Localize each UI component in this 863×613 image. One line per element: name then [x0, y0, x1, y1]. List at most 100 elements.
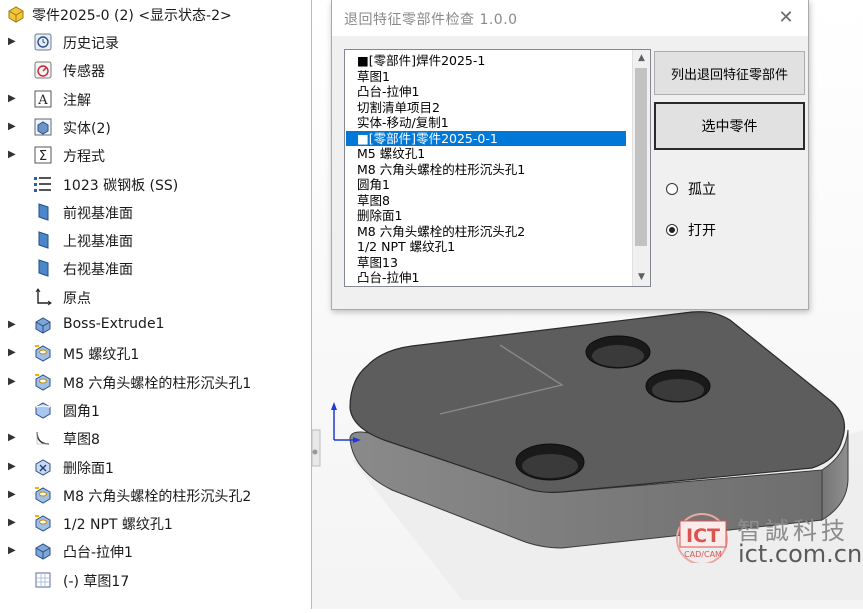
dialog-title: 退回特征零部件检查 1.0.0: [344, 12, 518, 28]
radio-circle-icon: [666, 183, 678, 195]
tree-item-label: M5 螺纹孔1: [63, 347, 140, 364]
tree-item[interactable]: ▶ A 注解: [0, 85, 311, 113]
ict-logo: ICT CAD/CAM: [676, 513, 728, 563]
radio-circle-icon: [666, 224, 678, 236]
origin-icon: [33, 287, 53, 307]
expand-chevron-icon[interactable]: ▶: [8, 346, 20, 360]
expand-chevron-icon[interactable]: ▶: [8, 488, 20, 502]
tree-item[interactable]: ▶ 凸台-拉伸1: [0, 537, 311, 565]
tree-item[interactable]: ▶ 实体(2): [0, 113, 311, 141]
feature-listbox[interactable]: ■[零部件]焊件2025-1 草图1 凸台-拉伸1 切割清单项目2 实体-移动/复制1 ■…: [344, 49, 651, 287]
tree-item-label: Boss-Extrude1: [63, 316, 165, 332]
list-item[interactable]: M8 六角头螺栓的柱形沉头孔1: [346, 162, 626, 177]
tree-root-part[interactable]: 零件2025-0 (2) <显示状态-2>: [0, 0, 311, 28]
feature-tree: 零件2025-0 (2) <显示状态-2> ▶ 历史记录 传感器 ▶ A 注解 ▶ 实体(2)…: [0, 0, 312, 609]
tree-item[interactable]: 圆角1: [0, 396, 311, 424]
tree-item[interactable]: ▶ Boss-Extrude1: [0, 311, 311, 339]
tree-item[interactable]: ▶ Σ 方程式: [0, 141, 311, 169]
tree-item-label: 注解: [63, 92, 91, 109]
tree-item-label: 圆角1: [63, 403, 100, 420]
expand-chevron-icon[interactable]: ▶: [8, 92, 20, 106]
expand-chevron-icon[interactable]: ▶: [8, 35, 20, 49]
tree-item[interactable]: (-) 草图17: [0, 566, 311, 594]
plane-icon: [33, 258, 53, 278]
open-radio[interactable]: 打开: [666, 221, 716, 239]
tree-item-label: M8 六角头螺栓的柱形沉头孔2: [63, 488, 252, 505]
sketch-grid-icon: [33, 570, 53, 590]
tree-item-label: 删除面1: [63, 460, 114, 477]
tree-item[interactable]: ▶ M8 六角头螺栓的柱形沉头孔2: [0, 481, 311, 509]
expand-chevron-icon[interactable]: ▶: [8, 120, 20, 134]
hole-icon: [33, 343, 53, 363]
select-part-button[interactable]: 选中零件: [654, 102, 805, 150]
expand-chevron-icon[interactable]: ▶: [8, 318, 20, 332]
isolate-radio-label: 孤立: [688, 182, 716, 198]
hole-icon: [33, 513, 53, 533]
svg-text:CAD/CAM: CAD/CAM: [684, 550, 722, 559]
isolate-radio[interactable]: 孤立: [666, 180, 716, 198]
part-icon: [8, 6, 24, 23]
scroll-up-icon[interactable]: ▲: [633, 50, 650, 67]
list-item[interactable]: 圆角1: [346, 177, 626, 192]
open-radio-label: 打开: [688, 223, 716, 239]
delete-face-icon: [33, 457, 53, 477]
tree-item[interactable]: ▶ 草图8: [0, 424, 311, 452]
scroll-down-icon[interactable]: ▼: [633, 269, 650, 286]
close-icon[interactable]: ✕: [774, 6, 798, 30]
tree-item-label: 传感器: [63, 64, 105, 81]
tree-item-label: 实体(2): [63, 120, 111, 137]
list-item[interactable]: 草图1: [346, 69, 626, 84]
listbox-scrollbar[interactable]: ▲ ▼: [632, 50, 650, 286]
tree-item-label: 草图8: [63, 432, 100, 449]
tree-item[interactable]: 前视基准面: [0, 198, 311, 226]
list-item[interactable]: M5 螺纹孔1: [346, 146, 626, 161]
list-item[interactable]: 切割清单项目2: [346, 100, 626, 115]
plane-icon: [33, 202, 53, 222]
expand-chevron-icon[interactable]: ▶: [8, 460, 20, 474]
tree-item-label: 1/2 NPT 螺纹孔1: [63, 517, 173, 534]
tree-item[interactable]: ▶ 1/2 NPT 螺纹孔1: [0, 509, 311, 537]
list-item[interactable]: 草图8: [346, 193, 626, 208]
expand-chevron-icon[interactable]: ▶: [8, 544, 20, 558]
expand-chevron-icon[interactable]: ▶: [8, 431, 20, 445]
tree-item-label: 右视基准面: [63, 262, 133, 279]
list-item[interactable]: ■[零部件]焊件2025-1: [346, 53, 626, 68]
list-item[interactable]: M8 六角头螺栓的柱形沉头孔2: [346, 224, 626, 239]
list-item[interactable]: 凸台-拉伸1: [346, 84, 626, 99]
sensor-icon: [33, 60, 53, 80]
fillet-icon: [33, 400, 53, 420]
tree-item[interactable]: ▶ M5 螺纹孔1: [0, 339, 311, 367]
tree-item-label: (-) 草图17: [63, 573, 130, 590]
tree-item-label: 凸台-拉伸1: [63, 545, 133, 562]
dialog-titlebar[interactable]: 退回特征零部件检查 1.0.0 ✕: [332, 0, 808, 36]
sketch-icon: [33, 428, 53, 448]
tree-item-label: 1023 碳钢板 (SS): [63, 177, 179, 194]
tree-item[interactable]: 右视基准面: [0, 254, 311, 282]
scroll-thumb[interactable]: [635, 68, 647, 246]
watermark-url: ict.com.cn: [738, 540, 863, 568]
expand-chevron-icon[interactable]: ▶: [8, 375, 20, 389]
tree-item-label: M8 六角头螺栓的柱形沉头孔1: [63, 375, 252, 392]
list-item[interactable]: ■[零部件]零件2025-0-1: [346, 130, 626, 146]
list-item[interactable]: 草图13: [346, 255, 626, 270]
tree-item-label: 上视基准面: [63, 234, 133, 251]
list-rollback-parts-button[interactable]: 列出退回特征零部件: [654, 51, 805, 95]
material-icon: [33, 174, 53, 194]
list-item[interactable]: 凸台-拉伸1: [346, 270, 626, 285]
tree-item-label: 方程式: [63, 149, 105, 166]
extrude-icon: [33, 541, 53, 561]
tree-item[interactable]: ▶ 历史记录: [0, 28, 311, 56]
list-item[interactable]: 1/2 NPT 螺纹孔1: [346, 239, 626, 254]
tree-item-label: 历史记录: [63, 36, 119, 52]
equations-icon: Σ: [33, 145, 53, 165]
tree-item[interactable]: 传感器: [0, 56, 311, 84]
list-item[interactable]: 实体-移动/复制1: [346, 115, 626, 130]
expand-chevron-icon[interactable]: ▶: [8, 148, 20, 162]
tree-item[interactable]: 1023 碳钢板 (SS): [0, 170, 311, 198]
tree-item[interactable]: ▶ M8 六角头螺栓的柱形沉头孔1: [0, 368, 311, 396]
tree-item[interactable]: 原点: [0, 283, 311, 311]
tree-item[interactable]: 上视基准面: [0, 226, 311, 254]
expand-chevron-icon[interactable]: ▶: [8, 516, 20, 530]
list-item[interactable]: 删除面1: [346, 208, 626, 223]
tree-item[interactable]: ▶ 删除面1: [0, 453, 311, 481]
